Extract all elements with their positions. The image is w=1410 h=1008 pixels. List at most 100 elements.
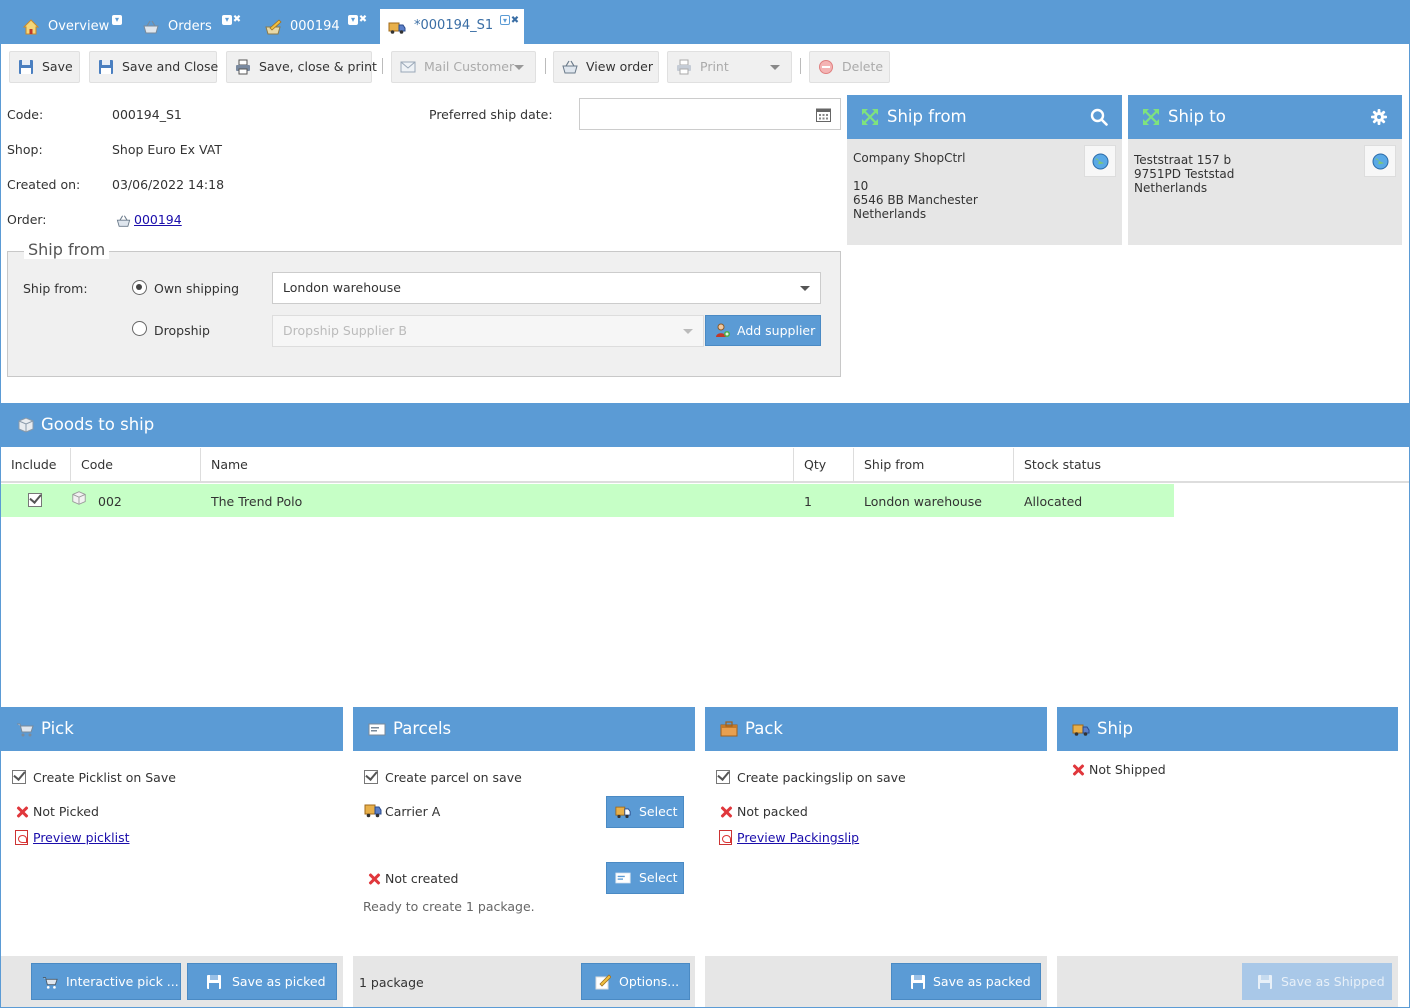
row-ship-from: London warehouse [864, 494, 982, 509]
preferred-ship-date-input[interactable] [579, 98, 841, 130]
create-picklist-checkbox[interactable] [12, 770, 26, 784]
printer-icon [236, 59, 250, 75]
options-button[interactable]: Options... [581, 963, 690, 1000]
save-as-packed-button[interactable]: Save as packed [891, 963, 1041, 1000]
tab-overview[interactable]: Overview [8, 10, 124, 44]
create-packingslip-checkbox[interactable] [716, 770, 730, 784]
save-and-close-button[interactable]: Save and Close [89, 51, 218, 83]
created-on-label: Created on: [7, 177, 81, 192]
column-header-name[interactable]: Name [201, 448, 794, 481]
pick-status: Not Picked [33, 804, 99, 819]
pack-status: Not packed [737, 804, 808, 819]
created-on-value: 03/06/2022 14:18 [112, 177, 225, 192]
save-close-print-label: Save, close & print [259, 59, 377, 74]
preview-picklist-link[interactable]: Preview picklist [33, 830, 130, 845]
map-button[interactable] [1364, 145, 1396, 177]
calendar-icon[interactable] [816, 107, 831, 122]
view-order-button[interactable]: View order [553, 51, 659, 83]
create-parcel-checkbox[interactable] [364, 770, 378, 784]
column-header-qty[interactable]: Qty [794, 448, 854, 481]
parcel-label-icon [615, 872, 631, 884]
arrows-icon [1143, 109, 1159, 125]
order-link[interactable]: 000194 [134, 212, 182, 227]
close-icon[interactable]: ✖ [510, 16, 520, 26]
save-as-picked-button[interactable]: Save as picked [187, 963, 337, 1000]
mail-icon [400, 61, 416, 73]
own-shipping-radio[interactable] [132, 280, 147, 295]
delete-button[interactable]: Delete [809, 51, 890, 83]
pdf-icon [15, 830, 28, 845]
chevron-down-icon[interactable]: ▾ [348, 15, 358, 25]
mail-customer-label: Mail Customer [424, 59, 515, 74]
status-x-icon [719, 805, 733, 819]
save-close-print-button[interactable]: Save, close & print [226, 51, 377, 83]
parcels-header: Parcels [353, 707, 695, 751]
gear-icon[interactable] [1370, 108, 1388, 126]
chevron-down-icon [770, 65, 780, 70]
chevron-down-icon[interactable]: ▾ [112, 15, 122, 25]
printer-icon [677, 59, 691, 75]
column-header-code[interactable]: Code [71, 448, 201, 481]
floppy-icon [19, 60, 33, 74]
select-carrier-label: Select [639, 804, 678, 819]
chevron-down-icon[interactable]: ▾ [222, 15, 232, 25]
row-stock-status: Allocated [1024, 494, 1083, 509]
mail-customer-button[interactable]: Mail Customer [391, 51, 536, 83]
select-parcel-button[interactable]: Select [606, 862, 684, 894]
status-x-icon [15, 805, 29, 819]
chevron-down-icon[interactable]: ▾ [500, 15, 510, 25]
floppy-icon [99, 60, 113, 74]
table-row[interactable] [1, 484, 1174, 517]
preview-packingslip-link[interactable]: Preview Packingslip [737, 830, 859, 845]
edit-order-icon [265, 19, 282, 35]
supplier-select[interactable]: Dropship Supplier B [272, 315, 704, 347]
warehouse-select[interactable]: London warehouse [272, 272, 821, 304]
preferred-ship-date-label: Preferred ship date: [429, 107, 553, 122]
arrows-icon [862, 109, 878, 125]
row-code: 002 [98, 494, 122, 509]
chevron-down-icon [800, 286, 810, 291]
save-as-shipped-label: Save as Shipped [1281, 974, 1385, 989]
toolbar-divider [382, 58, 383, 74]
goods-to-ship-header: Goods to ship [1, 403, 1409, 447]
toolbar-divider [800, 58, 801, 74]
column-header-ship-from[interactable]: Ship from [854, 448, 1014, 481]
add-user-icon [716, 323, 730, 337]
tab-order-000194[interactable]: 000194 [250, 10, 350, 44]
map-button[interactable] [1084, 145, 1116, 177]
ship-title: Ship [1097, 719, 1133, 738]
column-header-stock-status[interactable]: Stock status [1014, 448, 1174, 481]
search-icon[interactable] [1090, 108, 1108, 126]
tab-label: Orders [168, 19, 212, 34]
print-button[interactable]: Print [667, 51, 792, 83]
column-header-include[interactable]: Include [1, 448, 71, 481]
add-supplier-label: Add supplier [737, 323, 816, 338]
row-name: The Trend Polo [211, 494, 303, 509]
ship-from-group [7, 251, 841, 377]
ship-to-box-header: Ship to [1128, 95, 1402, 139]
close-icon[interactable]: ✖ [232, 15, 242, 25]
globe-icon [1372, 153, 1389, 170]
pack-header: Pack [705, 707, 1047, 751]
select-carrier-button[interactable]: Select [606, 796, 684, 828]
truck-icon [364, 804, 382, 818]
dropship-radio[interactable] [132, 321, 147, 336]
shop-label: Shop: [7, 142, 43, 157]
close-icon[interactable]: ✖ [358, 15, 368, 25]
interactive-pick-label: Interactive pick ... [66, 974, 179, 989]
save-as-shipped-button[interactable]: Save as Shipped [1242, 963, 1392, 1000]
tab-orders[interactable]: Orders [128, 10, 228, 44]
interactive-pick-button[interactable]: Interactive pick ... [31, 963, 181, 1000]
row-qty: 1 [804, 494, 812, 509]
create-packingslip-label: Create packingslip on save [737, 770, 906, 785]
save-button[interactable]: Save [9, 51, 80, 83]
select-parcel-label: Select [639, 870, 678, 885]
floppy-icon [207, 975, 221, 989]
toolbar-divider [545, 58, 546, 74]
code-label: Code: [7, 107, 44, 122]
include-checkbox[interactable] [28, 493, 42, 507]
pick-title: Pick [41, 719, 74, 738]
add-supplier-button[interactable]: Add supplier [705, 315, 821, 346]
print-label: Print [700, 59, 729, 74]
table-header-divider [0, 481, 1410, 483]
